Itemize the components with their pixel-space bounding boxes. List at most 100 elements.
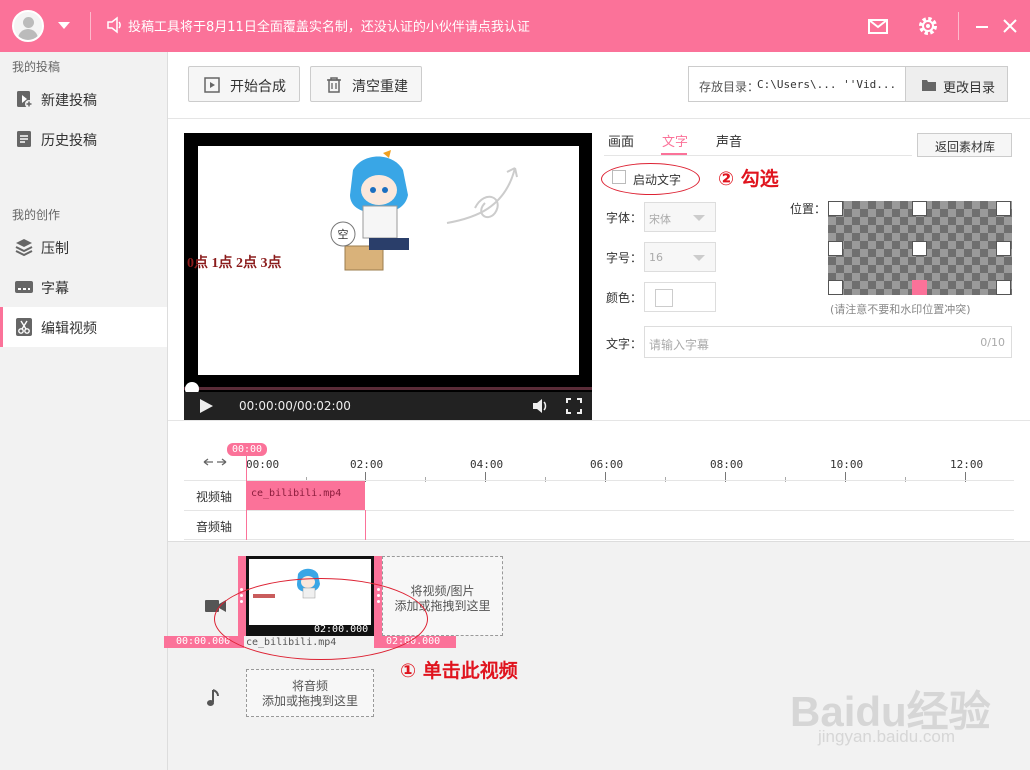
sidebar-item-compress[interactable]: 压制 [0, 227, 167, 267]
audio-dropzone[interactable]: 将音频 添加或拖拽到这里 [246, 669, 374, 717]
new-upload-icon [17, 91, 33, 108]
title-divider-2 [958, 12, 959, 40]
ruler-tick-label: 06:00 [590, 458, 624, 471]
ruler-tick-label: 04:00 [470, 458, 504, 471]
position-bottom-right[interactable] [996, 280, 1011, 295]
trash-icon [327, 77, 341, 93]
close-icon[interactable] [998, 14, 1022, 38]
size-select[interactable]: 16 [644, 242, 716, 272]
font-select[interactable]: 宋体 [644, 202, 716, 232]
sidebar-item-edit-video[interactable]: 编辑视频 [0, 307, 167, 347]
audio-dropzone-line1: 将音频 [291, 679, 328, 693]
position-label: 位置： [790, 202, 827, 216]
fullscreen-icon[interactable] [566, 398, 582, 414]
position-top-right[interactable] [996, 201, 1011, 216]
position-top-center[interactable] [912, 201, 927, 216]
audio-track: 音频轴 [184, 510, 1014, 540]
sidebar-item-label: 压制 [41, 241, 69, 257]
zoom-fit-icon[interactable] [203, 455, 227, 469]
audio-dropzone-line2: 添加或拖拽到这里 [261, 694, 358, 708]
chevron-down-icon [693, 255, 705, 261]
mail-icon[interactable] [866, 14, 890, 38]
tab-sound[interactable]: 声音 [716, 131, 742, 150]
subtitle-icon [15, 281, 33, 293]
save-path-label: 存放目录： [699, 80, 760, 94]
speaker-icon [107, 16, 121, 34]
sidebar-item-new-upload[interactable]: 新建投稿 [0, 79, 167, 119]
subtitle-placeholder: 请输入字幕 [649, 338, 710, 352]
ruler-tick-label: 10:00 [830, 458, 864, 471]
music-note-icon [207, 689, 219, 706]
playback-time: 00:00:00/00:02:00 [239, 399, 351, 413]
avatar[interactable] [12, 10, 44, 42]
char-counter: 0/10 [980, 336, 1005, 349]
compose-icon [204, 77, 220, 93]
playhead-time[interactable]: 00:00 [227, 443, 267, 456]
start-compose-label: 开始合成 [230, 79, 286, 95]
title-divider [90, 12, 91, 40]
minimize-icon[interactable] [970, 14, 994, 38]
ruler-tick-label: 12:00 [950, 458, 984, 471]
preview-overlay-text: 0点 1点 2点 3点 [187, 256, 282, 271]
gear-icon[interactable] [916, 14, 940, 38]
color-picker[interactable] [644, 282, 716, 312]
realname-notice-link[interactable]: 投稿工具将于8月11日全面覆盖实名制，还没认证的小伙伴请点我认证 [128, 16, 530, 35]
position-top-left[interactable] [828, 201, 843, 216]
start-compose-button[interactable]: 开始合成 [188, 66, 300, 102]
subtitle-text-input[interactable]: 请输入字幕 0/10 [644, 326, 1012, 358]
progress-bar[interactable] [184, 387, 592, 390]
ruler-tick-label: 02:00 [350, 458, 384, 471]
ruler-tick-label: 00:00 [246, 458, 280, 471]
back-to-library-label: 返回素材库 [935, 140, 996, 154]
position-hint: (请注意不要和水印位置冲突) [830, 303, 971, 316]
back-to-library-button[interactable]: 返回素材库 [917, 133, 1012, 157]
change-directory-label: 更改目录 [943, 81, 996, 96]
sidebar-item-label: 编辑视频 [41, 321, 97, 337]
position-middle-right[interactable] [996, 241, 1011, 256]
scissors-icon [16, 318, 32, 336]
play-icon[interactable] [198, 398, 214, 414]
position-bottom-center[interactable] [912, 280, 927, 295]
baidu-watermark-url: jingyan.baidu.com [818, 727, 956, 746]
sidebar-item-label: 新建投稿 [41, 93, 97, 109]
editor-divider [168, 420, 1030, 421]
size-label: 字号： [606, 251, 643, 265]
clear-rebuild-label: 清空重建 [352, 79, 408, 95]
save-path-value: C:\Users\... ''Vid... [757, 78, 897, 91]
sidebar-item-history[interactable]: 历史投稿 [0, 119, 167, 159]
tabs-divider [604, 155, 912, 156]
clip-end-marker [365, 510, 366, 540]
size-value: 16 [649, 251, 663, 264]
clip-name: ce_bilibili.mp4 [251, 488, 342, 499]
color-label: 颜色： [606, 291, 643, 305]
tab-text[interactable]: 文字 [662, 131, 688, 150]
account-dropdown-icon[interactable] [58, 22, 70, 29]
annotation-step2: ② 勾选 [718, 168, 779, 190]
sidebar-group-creation: 我的创作 [12, 208, 61, 222]
playhead-line [246, 456, 247, 540]
layers-icon [15, 239, 33, 257]
volume-icon[interactable] [532, 398, 550, 414]
change-directory-button[interactable]: 更改目录 [905, 66, 1008, 102]
sidebar-item-subtitle[interactable]: 字幕 [0, 267, 167, 307]
annotation-ellipse-video [214, 578, 428, 660]
color-swatch [655, 289, 673, 307]
mascot-illustration: 空 [330, 150, 518, 271]
font-label: 字体： [606, 211, 643, 225]
font-value: 宋体 [649, 213, 671, 226]
bubble-text: 空 [338, 227, 349, 241]
annotation-ellipse-checkbox [601, 163, 700, 195]
clear-rebuild-button[interactable]: 清空重建 [310, 66, 422, 102]
folder-icon [922, 80, 936, 91]
position-middle-left[interactable] [828, 241, 843, 256]
timeline-video-clip[interactable]: ce_bilibili.mp4 [247, 481, 365, 510]
position-bottom-left[interactable] [828, 280, 843, 295]
position-middle-center[interactable] [912, 241, 927, 256]
tab-picture[interactable]: 画面 [608, 131, 634, 150]
history-icon [17, 131, 31, 147]
audio-track-label: 音频轴 [196, 520, 233, 534]
sidebar-item-label: 字幕 [41, 281, 69, 297]
annotation-step1: ① 单击此视频 [400, 660, 518, 682]
sidebar [0, 52, 168, 770]
sidebar-group-uploads: 我的投稿 [12, 60, 61, 74]
